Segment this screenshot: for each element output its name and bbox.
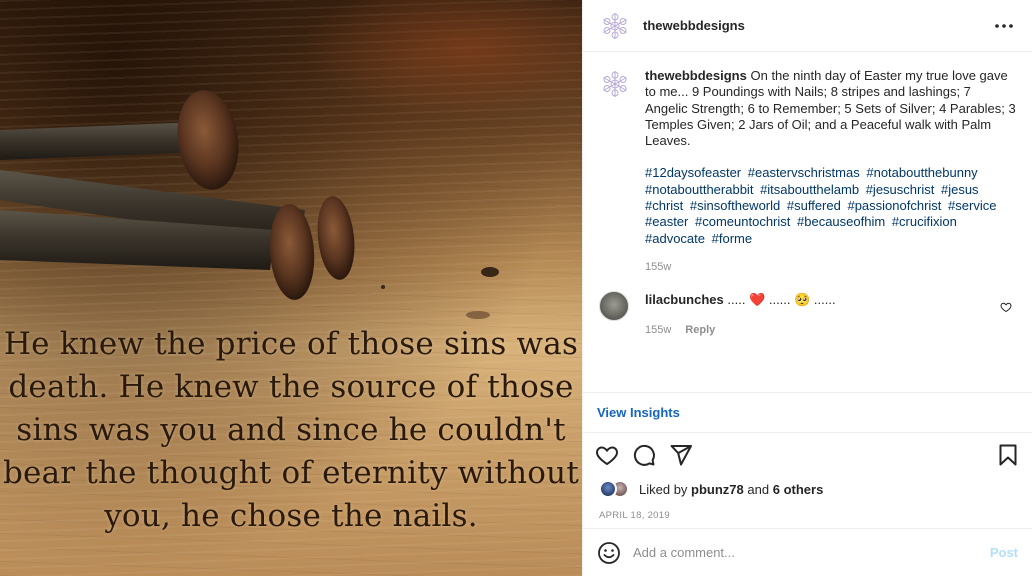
nails-illustration <box>0 90 499 319</box>
quote-line: sins was you and since he couldn't <box>16 412 566 448</box>
post-date[interactable]: April 18, 2019 <box>583 502 1032 528</box>
hashtag-link[interactable]: #suffered <box>787 198 841 213</box>
hashtag-link[interactable]: #comeuntochrist <box>695 214 790 229</box>
hashtag-link[interactable]: #passionofchrist <box>847 198 941 213</box>
reply-button[interactable]: Reply <box>685 321 715 339</box>
emoji-icon[interactable] <box>597 541 621 565</box>
action-bar <box>583 432 1032 476</box>
hashtag-link[interactable]: #sinsoftheworld <box>690 198 780 213</box>
view-insights-link[interactable]: View Insights <box>597 405 680 420</box>
comment-meta: 155w Reply <box>645 321 995 339</box>
quote-line: you, he chose the nails. <box>104 498 478 534</box>
share-icon[interactable] <box>669 443 693 467</box>
hashtag-list: #12daysofeaster #eastervschristmas #nota… <box>645 165 1016 246</box>
hashtag-link[interactable]: #notaboutthebunny <box>866 165 977 180</box>
avatar[interactable] <box>599 291 629 322</box>
post-comment-button[interactable]: Post <box>990 545 1018 560</box>
likes-and: and <box>747 481 770 497</box>
hashtag-link[interactable]: #becauseofhim <box>797 214 885 229</box>
caption: thewebbdesigns On the ninth day of Easte… <box>599 68 1016 275</box>
hashtag-link[interactable]: #jesus <box>941 182 979 197</box>
comment-username[interactable]: lilacbunches <box>645 292 724 307</box>
quote-line: death. He knew the source of those <box>8 369 574 405</box>
hashtag-link[interactable]: #service <box>948 198 996 213</box>
logo-snowflake-icon[interactable] <box>599 10 631 42</box>
hashtag-link[interactable]: #eastervschristmas <box>748 165 860 180</box>
caption-username[interactable]: thewebbdesigns <box>645 68 747 83</box>
hashtag-link[interactable]: #easter <box>645 214 688 229</box>
likes-row: Liked by pbunz78 and 6 others <box>583 476 1032 502</box>
hashtag-link[interactable]: #crucifixion <box>892 214 957 229</box>
liker-username[interactable]: pbunz78 <box>691 482 744 497</box>
quote-line: He knew the price of those sins was <box>3 326 579 362</box>
liker-avatars[interactable] <box>599 479 633 499</box>
heart-icon[interactable] <box>595 443 619 467</box>
instagram-post: He knew the price of those sins was deat… <box>0 0 1032 576</box>
caption-body: thewebbdesigns On the ninth day of Easte… <box>645 68 1016 275</box>
comment-time[interactable]: 155w <box>645 321 671 339</box>
avatar <box>599 480 617 498</box>
hashtag-link[interactable]: #12daysofeaster <box>645 165 741 180</box>
quote-line: bear the thought of eternity without <box>3 455 579 491</box>
hashtag-link[interactable]: #itsaboutthelamb <box>760 182 859 197</box>
add-comment-bar: Post <box>583 528 1032 576</box>
image-quote: He knew the price of those sins was deat… <box>0 323 582 538</box>
post-image[interactable]: He knew the price of those sins was deat… <box>0 0 582 576</box>
comment-text: ..... ❤️ ...... 🥺 ...... <box>727 292 836 308</box>
hashtag-link[interactable]: #notabouttherabbit <box>645 182 753 197</box>
logo-snowflake-icon[interactable] <box>599 68 631 100</box>
header-username[interactable]: thewebbdesigns <box>643 18 992 33</box>
post-header: thewebbdesigns <box>583 0 1032 52</box>
comment-body: lilacbunches ..... ❤️ ...... 🥺 ...... 15… <box>645 291 995 339</box>
post-side-panel: thewebbdesigns thewebbdesigns On the nin… <box>582 0 1032 576</box>
save-icon[interactable] <box>996 443 1020 467</box>
comments-section: thewebbdesigns On the ninth day of Easte… <box>583 52 1032 392</box>
comment: lilacbunches ..... ❤️ ...... 🥺 ...... 15… <box>599 291 1016 339</box>
likes-others-link[interactable]: 6 others <box>773 482 824 497</box>
more-icon[interactable] <box>992 14 1016 38</box>
hashtag-link[interactable]: #forme <box>712 231 752 246</box>
insights-bar: View Insights <box>583 392 1032 432</box>
comment-icon[interactable] <box>632 443 656 467</box>
hashtag-link[interactable]: #christ <box>645 198 683 213</box>
hashtag-link[interactable]: #advocate <box>645 231 705 246</box>
caption-time[interactable]: 155w <box>645 259 1016 275</box>
comment-input[interactable] <box>633 545 990 560</box>
hashtag-link[interactable]: #jesuschrist <box>866 182 935 197</box>
likes-prefix: Liked by <box>639 481 688 497</box>
heart-small-icon[interactable] <box>1000 301 1012 313</box>
